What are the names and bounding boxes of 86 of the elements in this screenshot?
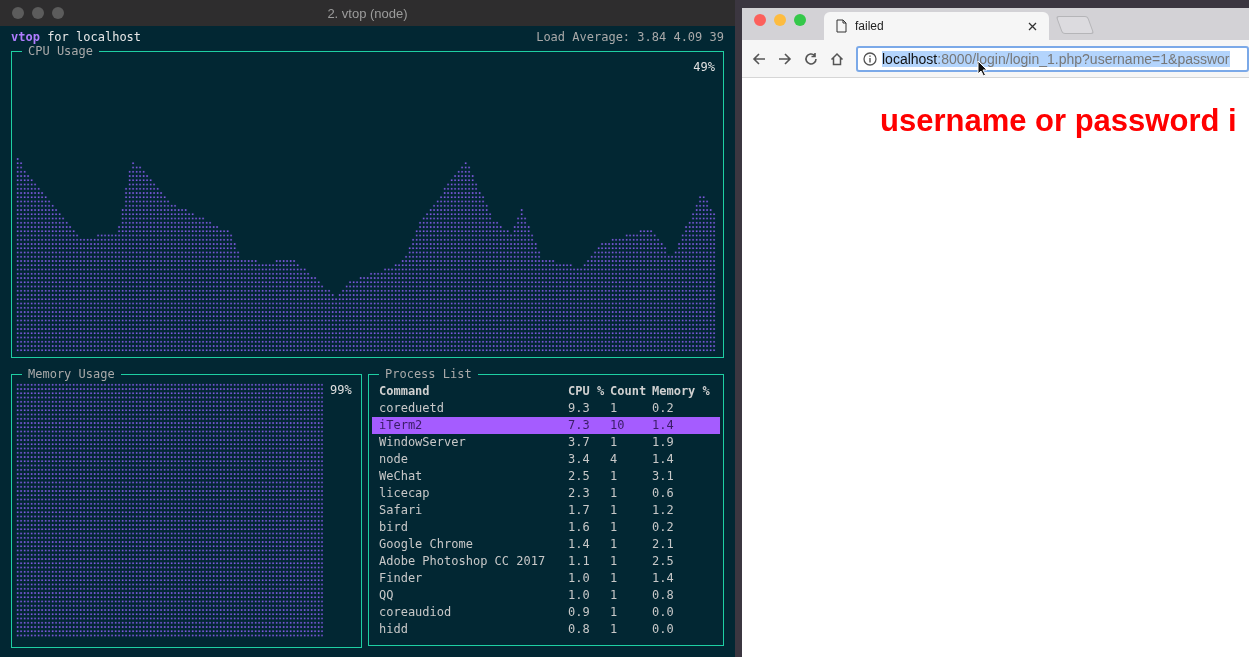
- process-name[interactable]: licecap: [372, 485, 568, 502]
- table-cell-text: 0.6: [652, 485, 675, 502]
- host-label: for localhost: [47, 29, 142, 44]
- table-cell-text: 1: [610, 485, 619, 502]
- minimize-button[interactable]: [774, 13, 786, 26]
- table-cell-text: 0.0: [652, 621, 675, 638]
- column-header: CPU %: [568, 383, 606, 400]
- error-message: username or password i: [880, 103, 1238, 139]
- table-cell-text: 1: [610, 468, 619, 485]
- window-title: 2. vtop (node): [327, 5, 408, 21]
- document-icon: [836, 19, 847, 33]
- panel-title: Process List: [379, 367, 478, 381]
- table-cell-text: 1.1: [568, 553, 591, 570]
- table-cell-text: 1: [610, 434, 619, 451]
- column-header: Command: [378, 383, 431, 400]
- table-cell-text: 1: [610, 587, 619, 604]
- home-icon[interactable]: [830, 51, 844, 66]
- browser-tab[interactable]: failed: [824, 12, 1049, 40]
- table-cell: 1.4: [652, 417, 720, 434]
- table-cell-text: 4: [610, 451, 619, 468]
- table-cell-text: 1: [610, 621, 619, 638]
- table-cell-text: 1.6: [568, 519, 591, 536]
- app-name: vtop: [11, 29, 40, 44]
- process-name[interactable]: coreduetd: [372, 400, 568, 417]
- table-cell-text: 1.9: [652, 434, 675, 451]
- column-header: Count: [610, 383, 648, 400]
- table-cell-text: 3.7: [568, 434, 591, 451]
- zoom-button[interactable]: [794, 13, 806, 26]
- table-cell-text: 1: [610, 570, 619, 587]
- table-cell-text: 1: [610, 553, 619, 570]
- table-cell-text: 1: [610, 400, 619, 417]
- info-icon[interactable]: [863, 51, 877, 66]
- table-cell-text: 0.9: [568, 604, 591, 621]
- table-cell-text: 1: [610, 604, 619, 621]
- memory-reading: 99%: [330, 383, 352, 397]
- panel-title: Memory Usage: [22, 367, 121, 381]
- close-icon[interactable]: [1028, 21, 1037, 31]
- close-button[interactable]: [12, 7, 24, 19]
- table-cell-text: 1.4: [568, 536, 591, 553]
- table-cell-text: 1.7: [568, 502, 591, 519]
- table-cell-text: 1.0: [568, 570, 591, 587]
- cpu-reading: 49%: [693, 60, 715, 74]
- process-name[interactable]: Safari: [372, 502, 568, 519]
- table-cell-text: 1.2: [652, 502, 675, 519]
- table-cell-text: 9.3: [568, 400, 591, 417]
- process-name[interactable]: node: [372, 451, 568, 468]
- table-cell-text: 3.4: [568, 451, 591, 468]
- process-name[interactable]: Adobe Photoshop CC 2017: [372, 553, 568, 570]
- table-cell-text: 2.1: [652, 536, 675, 553]
- load-average: Load Average: 3.84 4.09 39: [536, 29, 724, 44]
- close-button[interactable]: [754, 13, 766, 26]
- table-cell-text: 0.8: [652, 587, 675, 604]
- address-field[interactable]: localhost:8000/login/login_1.php?username=1&passwor: [856, 45, 1249, 72]
- process-name[interactable]: hidd: [372, 621, 568, 638]
- process-name[interactable]: Google Chrome: [372, 536, 568, 553]
- table-cell-text: 0.8: [568, 621, 591, 638]
- table-cell-text: 0.2: [652, 400, 675, 417]
- table-cell: 7.3: [568, 417, 610, 434]
- table-cell-text: 2.5: [568, 468, 591, 485]
- column-header: Memory %: [652, 383, 711, 400]
- zoom-button[interactable]: [52, 7, 64, 19]
- new-tab-button[interactable]: [1055, 16, 1095, 34]
- table-cell-text: 0.2: [652, 519, 675, 536]
- panel-title: CPU Usage: [22, 44, 100, 58]
- table-cell-text: 2.5: [652, 553, 675, 570]
- table-cell-text: 3.1: [652, 468, 675, 485]
- table-cell-text: 1.4: [652, 570, 675, 587]
- back-icon[interactable]: [752, 51, 766, 66]
- process-name[interactable]: bird: [372, 519, 568, 536]
- table-cell: 10: [610, 417, 652, 434]
- table-cell-text: 1.0: [568, 587, 591, 604]
- table-cell-text: 1: [610, 502, 619, 519]
- table-cell-text: 1: [610, 519, 619, 536]
- table-cell-text: 2.3: [568, 485, 591, 502]
- minimize-button[interactable]: [32, 7, 44, 19]
- table-cell-text: 1.4: [652, 451, 675, 468]
- reload-icon[interactable]: [804, 51, 818, 66]
- process-name[interactable]: iTerm2: [372, 417, 568, 434]
- table-cell-text: 0.0: [652, 604, 675, 621]
- process-name[interactable]: WeChat: [372, 468, 568, 485]
- process-name[interactable]: QQ: [372, 587, 568, 604]
- process-name[interactable]: Finder: [372, 570, 568, 587]
- table-cell-text: 1: [610, 536, 619, 553]
- process-name[interactable]: WindowServer: [372, 434, 568, 451]
- process-name[interactable]: coreaudiod: [372, 604, 568, 621]
- forward-icon[interactable]: [778, 51, 792, 66]
